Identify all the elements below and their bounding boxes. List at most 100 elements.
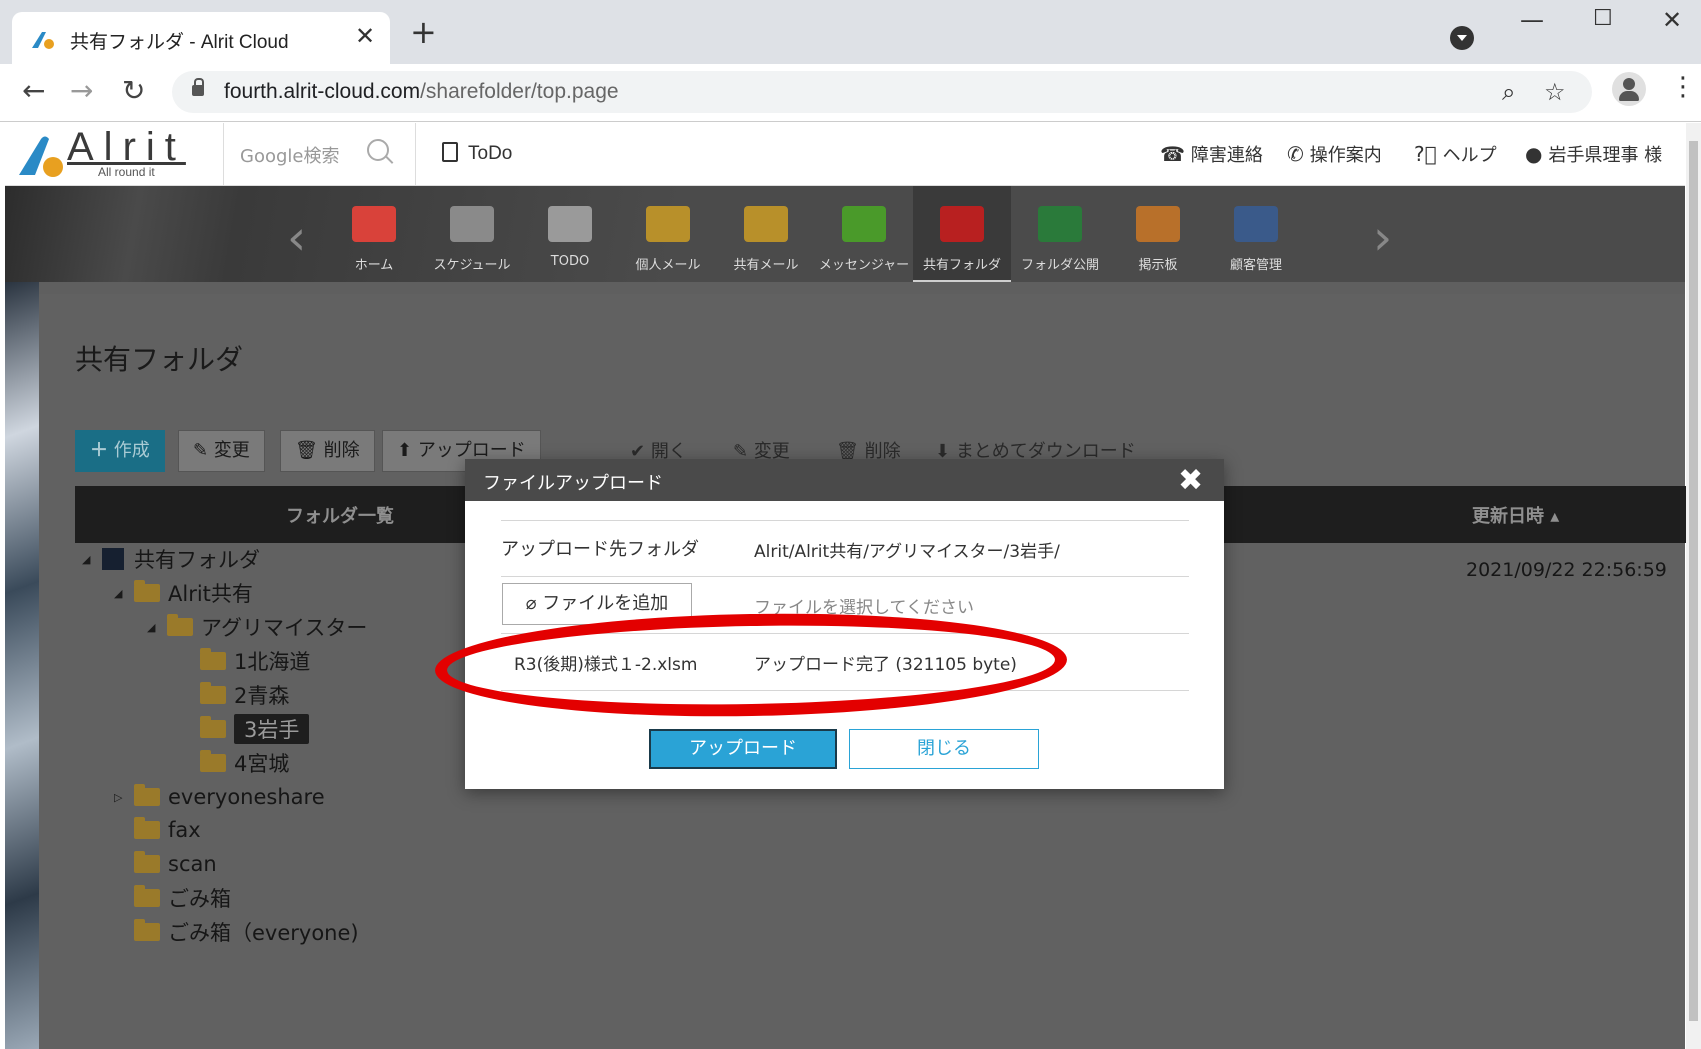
maximize-button[interactable]: ☐ [1593,6,1613,31]
nav-item[interactable]: メッセンジャー [815,186,913,282]
browser-tab[interactable]: 共有フォルダ - Alrit Cloud ✕ [12,12,390,64]
reload-icon[interactable]: ↻ [122,74,145,107]
mail-icon [646,206,690,242]
tree-item[interactable]: ごみ箱（everyone) [114,917,359,947]
browser-toolbar: ← → ↻ fourth.alrit-cloud.com/sharefolder… [0,64,1701,122]
tree-item[interactable]: ◢ 共有フォルダ [82,544,260,574]
divider [501,576,1189,577]
trouble-report-link[interactable]: ☎ 障害連絡 [1160,141,1263,167]
scroll-thumb[interactable] [1689,141,1698,1021]
help-link[interactable]: ?⃝ ヘルプ [1414,141,1497,167]
tree-item[interactable]: fax [114,815,201,845]
nav-item[interactable]: 掲示板 [1109,186,1207,282]
expand-toggle-icon[interactable]: ◢ [114,587,126,600]
minimize-button[interactable]: — [1520,6,1544,34]
tree-item-label: 4宮城 [234,752,290,776]
expand-toggle-icon[interactable]: ▷ [114,791,126,804]
page-title: 共有フォルダ [75,343,244,376]
browser-menu-icon[interactable]: ⋮ [1670,72,1696,102]
messenger-icon [842,206,886,242]
google-search-input[interactable]: Google検索 [240,142,339,168]
tree-item-label: fax [168,818,201,842]
tree-item[interactable]: ごみ箱 [114,883,231,913]
back-icon[interactable]: ← [22,74,45,107]
address-bar[interactable]: fourth.alrit-cloud.com/sharefolder/top.p… [172,71,1592,113]
app-nav-bar: ‹ ホーム スケジュール TODO 個人メール 共有メール メッセンジャー 共有フォルダ フォ… [5,186,1685,282]
user-icon: ● [1525,142,1543,166]
updated-at-header[interactable]: 更新日時 ▴ [1472,502,1559,528]
nav-prev-icon[interactable]: ‹ [287,210,306,266]
logo-subtitle: All round it [98,165,155,179]
expand-toggle-icon[interactable]: ◢ [82,553,94,566]
page-scrollbar[interactable] [1686,123,1701,1049]
tree-item[interactable]: 3岩手 [180,714,310,744]
folder-icon [200,750,226,772]
nav-item[interactable]: 共有メール [717,186,815,282]
nav-item[interactable]: TODO [521,186,619,282]
folder-icon [134,885,160,907]
nav-item-label: メッセンジャー [818,258,910,273]
folder-icon [134,784,160,806]
tree-item-label: アグリマイスター [201,616,368,640]
nav-item-label: 顧客管理 [1229,258,1282,273]
nav-item[interactable]: 共有フォルダ [913,186,1011,282]
close-tab-icon[interactable]: ✕ [355,22,375,50]
upload-submit-button[interactable]: アップロード [649,729,837,769]
rename-folder-button[interactable]: ✎ 変更 [178,430,265,472]
drive-icon [102,548,124,570]
forward-icon[interactable]: → [70,74,93,107]
todo-icon [442,142,458,162]
app-header: Alrit All round it Google検索 ToDo ☎ 障害連絡 ✆… [5,123,1685,186]
nav-item[interactable]: フォルダ公開 [1011,186,1109,282]
nav-item[interactable]: スケジュール [423,186,521,282]
nav-item[interactable]: 顧客管理 [1207,186,1305,282]
new-tab-button[interactable]: + [410,16,437,48]
logo-text: Alrit [67,125,186,169]
nav-item[interactable]: 個人メール [619,186,717,282]
divider [223,123,224,186]
zoom-icon[interactable]: ⌕ [1502,78,1515,106]
tree-item[interactable]: 4宮城 [180,748,289,778]
tree-item[interactable]: scan [114,849,217,879]
updated-at-cell: 2021/09/22 22:56:59 [1466,559,1667,581]
dialog-title: ファイルアップロード [483,473,663,494]
tree-item-label: scan [168,852,217,876]
delete-folder-button[interactable]: 🗑 削除 [280,430,375,472]
url-text: fourth.alrit-cloud.com/sharefolder/top.p… [224,80,619,103]
nav-item-label: 個人メール [635,258,701,273]
create-folder-button[interactable]: ＋ 作成 [75,430,165,472]
nav-item-label: スケジュール [433,258,511,273]
bookmark-star-icon[interactable]: ☆ [1544,78,1566,106]
expand-toggle-icon[interactable]: ◢ [147,621,159,634]
customer-icon [1234,206,1278,242]
folder-icon [134,851,160,873]
close-dialog-button[interactable]: 閉じる [849,729,1039,769]
divider [501,520,1189,521]
todo-link[interactable]: ToDo [442,142,512,165]
nav-item-label: フォルダ公開 [1020,258,1099,273]
nav-item-label: 共有メール [733,258,799,273]
tree-item-label: 共有フォルダ [134,548,260,572]
tree-item[interactable]: ▷ everyoneshare [114,782,325,812]
folder-icon [134,817,160,839]
tree-item[interactable]: 1北海道 [180,646,310,676]
nav-item[interactable]: ホーム [325,186,423,282]
nav-next-icon[interactable]: › [1373,210,1392,266]
folder-icon [200,648,226,670]
help-icon: ?⃝ [1414,142,1437,166]
nav-item-label: 掲示板 [1138,258,1178,273]
nav-item-label: TODO [550,254,590,269]
close-window-button[interactable]: ✕ [1662,6,1682,34]
user-menu[interactable]: ● 岩手県理事 様 [1525,141,1662,167]
lock-icon [192,78,204,96]
operation-guide-link[interactable]: ✆ 操作案内 [1287,141,1382,167]
search-icon[interactable] [367,139,389,161]
tree-item-label: 2青森 [234,684,290,708]
tab-search-icon[interactable] [1450,26,1474,50]
tree-item[interactable]: ◢ Alrit共有 [114,578,253,608]
tree-item[interactable]: ◢ アグリマイスター [147,612,367,642]
home-icon [352,206,396,242]
close-icon[interactable]: ✖ [1178,463,1203,498]
tree-item[interactable]: 2青森 [180,680,289,710]
account-avatar-icon[interactable] [1612,72,1646,106]
